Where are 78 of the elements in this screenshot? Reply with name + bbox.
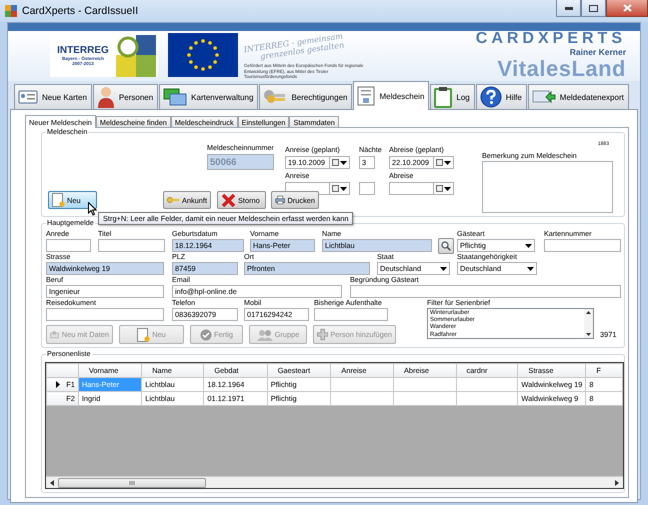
minimize-button[interactable] <box>556 0 581 17</box>
keys-icon <box>263 89 288 105</box>
calendar-icon <box>332 159 339 166</box>
tab[interactable]: Hilfe <box>476 84 527 109</box>
brand-logo: CARDXPERTS <box>476 31 626 47</box>
text-field[interactable] <box>46 308 164 321</box>
slogan: INTERREG - gemeinsam grenzenlos gestalten <box>243 30 346 64</box>
tab[interactable]: Kartenverwaltung <box>159 84 258 109</box>
scroll-up-icon <box>586 311 591 314</box>
dropdown-arrow-icon <box>444 186 451 190</box>
nights-field[interactable] <box>359 182 375 195</box>
tab[interactable]: Personen <box>92 84 158 109</box>
current-row-icon <box>56 381 60 388</box>
windows-icon <box>163 88 188 106</box>
table-cell <box>456 378 518 392</box>
person-card-icon <box>50 328 60 341</box>
search-icon <box>441 241 451 251</box>
scrollbar-thumb[interactable] <box>58 478 206 488</box>
calendar-icon <box>436 159 443 166</box>
table-cell <box>330 378 394 392</box>
text-field[interactable] <box>350 285 621 298</box>
remark-field[interactable] <box>482 161 613 213</box>
number-field: 50066 <box>207 154 274 170</box>
window-title: CardXperts - CardIssueII <box>22 5 138 17</box>
maximize-icon <box>589 4 598 12</box>
calendar-dropdown-button[interactable] <box>433 156 454 169</box>
brand-owner: Rainer Kerner <box>570 47 626 57</box>
key-icon <box>167 195 180 205</box>
eu-flag-drawing <box>168 33 238 77</box>
dropdown-arrow-icon <box>440 266 447 270</box>
new-document-icon <box>137 328 150 342</box>
text-field[interactable] <box>98 239 165 252</box>
date-field[interactable] <box>389 182 433 195</box>
calendar-icon <box>436 185 443 192</box>
table-cell <box>330 392 394 406</box>
tab[interactable]: Meldeschein <box>353 81 430 110</box>
table-cell <box>456 392 518 406</box>
calendar-dropdown-button[interactable] <box>329 156 350 169</box>
app-icon <box>4 4 18 18</box>
person-icon <box>96 86 115 108</box>
search-button[interactable] <box>438 238 454 254</box>
close-icon <box>622 4 632 12</box>
minimize-icon <box>564 6 572 10</box>
product-logo: VitalesLand <box>497 57 626 81</box>
form-icon <box>357 86 376 106</box>
printer-icon <box>275 193 286 207</box>
id-card-icon <box>18 89 38 105</box>
scroll-down-icon <box>586 333 591 336</box>
tab[interactable]: Log <box>430 84 475 109</box>
plus-icon <box>317 328 328 341</box>
new-document-icon <box>52 193 65 207</box>
table-cell <box>393 392 456 406</box>
dropdown-arrow-icon <box>444 160 451 164</box>
text-field[interactable] <box>46 239 91 252</box>
calendar-icon <box>332 185 339 192</box>
dropdown-arrow-icon <box>340 186 347 190</box>
calendar-dropdown-button[interactable] <box>329 182 350 195</box>
maximize-button[interactable] <box>581 0 606 17</box>
people-icon <box>256 328 273 340</box>
close-button[interactable] <box>606 0 648 17</box>
mouse-pointer-icon <box>88 202 97 216</box>
dropdown-arrow-icon <box>340 160 347 164</box>
tab[interactable]: Neue Karten <box>14 84 92 109</box>
scroll-right-icon <box>615 480 619 486</box>
logo-title: INTERREG <box>57 44 109 56</box>
dropdown-arrow-icon <box>525 244 532 248</box>
tab[interactable]: Berechtigungen <box>259 84 352 109</box>
calendar-dropdown-button[interactable] <box>433 182 454 195</box>
table-cell <box>393 378 456 392</box>
text-field[interactable] <box>544 239 621 252</box>
scroll-left-icon <box>50 480 54 486</box>
tab[interactable]: Meldedatenexport <box>528 84 629 109</box>
check-circle-icon <box>200 328 212 340</box>
grip-icon <box>129 480 135 484</box>
cross-icon <box>221 192 236 208</box>
dropdown-arrow-icon <box>527 266 534 270</box>
map-tiles-drawing <box>116 33 156 77</box>
text-field[interactable] <box>314 308 388 321</box>
